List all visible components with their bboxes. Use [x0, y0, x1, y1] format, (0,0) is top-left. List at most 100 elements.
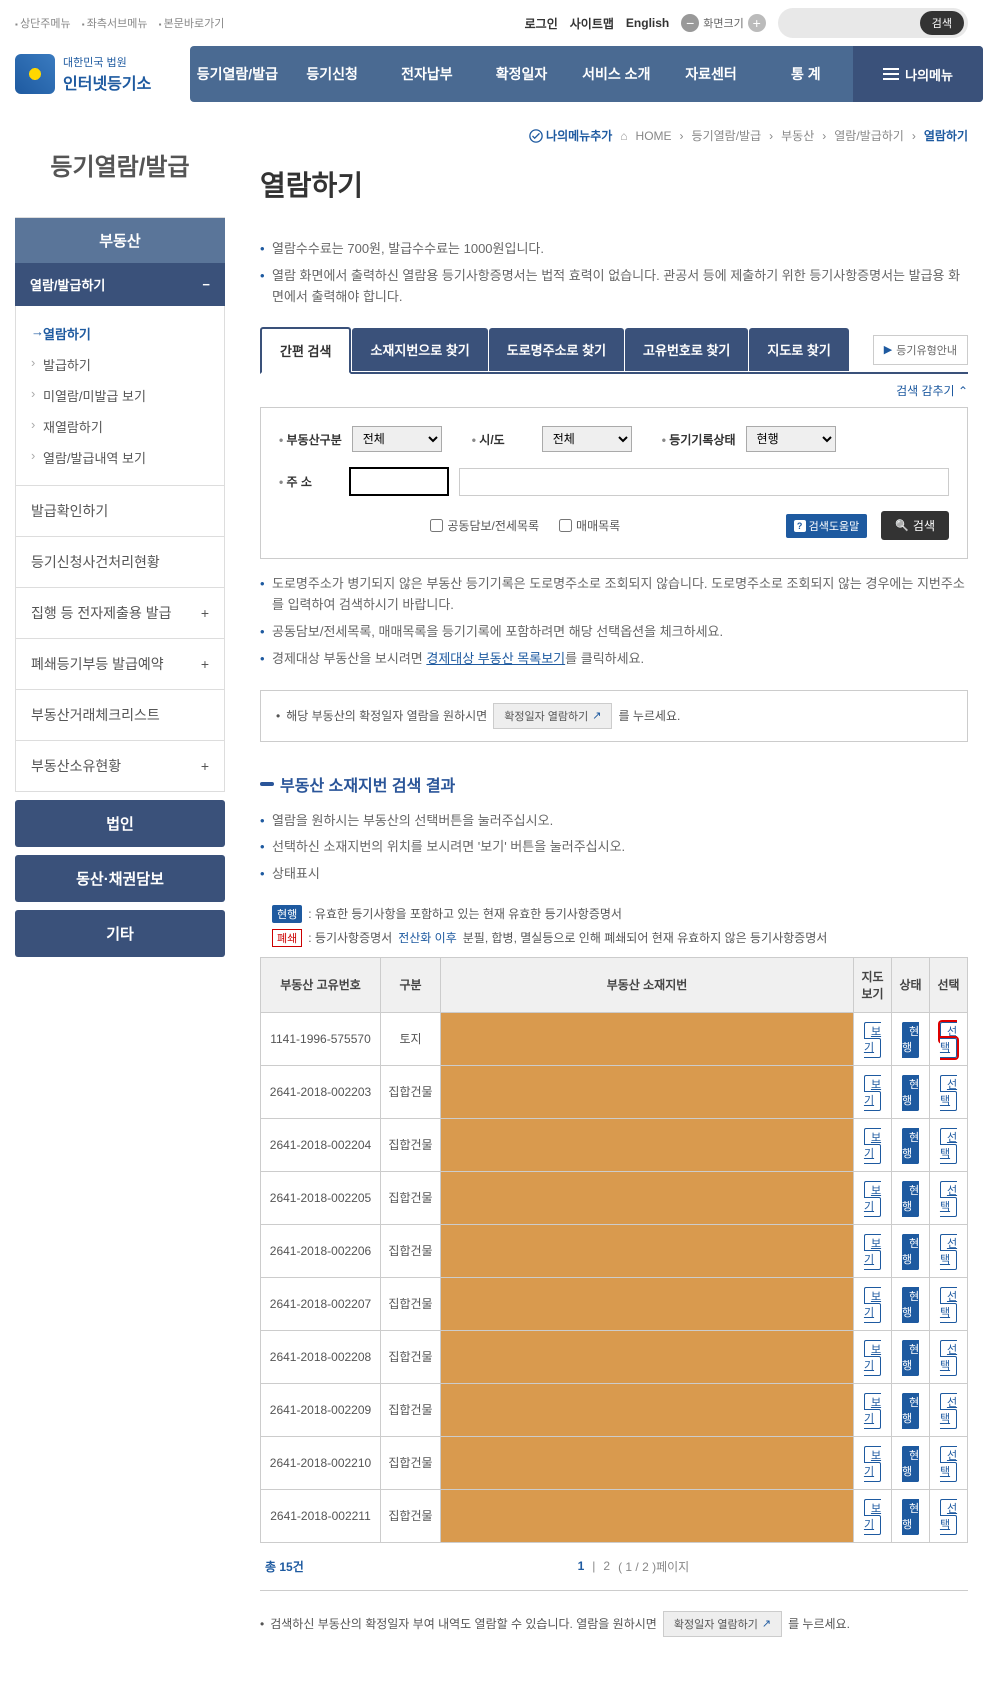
select-button[interactable]: 선택: [940, 1234, 957, 1270]
search-help[interactable]: 검색도움말: [786, 514, 868, 538]
login-link[interactable]: 로그인: [525, 15, 558, 32]
table-row: 2641-2018-002206집합건물보기현행선택: [261, 1224, 968, 1277]
map-view-button[interactable]: 보기: [864, 1075, 881, 1111]
main-nav: 등기열람/발급 등기신청 전자납부 확정일자 서비스 소개 자료센터 통 계 나…: [190, 46, 983, 102]
sidebar-ownership[interactable]: 부동산소유현황+: [15, 741, 225, 792]
sitemap-link[interactable]: 사이트맵: [570, 15, 614, 32]
sidebar-closed-reserve[interactable]: 폐쇄등기부등 발급예약+: [15, 639, 225, 690]
nav-item[interactable]: 서비스 소개: [569, 46, 664, 102]
sidebar-btn-corp[interactable]: 법인: [15, 800, 225, 847]
table-row: 2641-2018-002203집합건물보기현행선택: [261, 1065, 968, 1118]
sidebar-confirm[interactable]: 발급확인하기: [15, 486, 225, 537]
masked-address: [441, 1012, 854, 1065]
select-button[interactable]: 선택: [940, 1287, 957, 1323]
status-badge: 현행: [902, 1446, 919, 1482]
logo-icon: [15, 54, 55, 94]
page-2[interactable]: 2: [603, 1559, 610, 1573]
add-my-menu[interactable]: 나의메뉴추가: [529, 127, 612, 144]
select-button[interactable]: 선택: [940, 1499, 957, 1535]
page-1[interactable]: 1: [578, 1559, 585, 1573]
result-title: 부동산 소재지번 검색 결과: [260, 772, 968, 796]
target-list-link[interactable]: 경제대상 부동산 목록보기: [426, 651, 565, 666]
table-row: 2641-2018-002211집합건물보기현행선택: [261, 1489, 968, 1542]
map-view-button[interactable]: 보기: [864, 1181, 881, 1217]
status-closed-desc: 폐쇄: 등기사항증명서 전산화 이후 분필, 합병, 멸실등으로 인해 폐쇄되어…: [260, 929, 968, 947]
type-guide-button[interactable]: ▶등기유형안내: [873, 335, 968, 365]
sidebar-item-view[interactable]: 열람하기: [31, 318, 209, 349]
map-view-button[interactable]: 보기: [864, 1128, 881, 1164]
tab-simple[interactable]: 간편 검색: [260, 327, 351, 374]
status-badge: 현행: [902, 1499, 919, 1535]
map-view-button[interactable]: 보기: [864, 1393, 881, 1429]
tab-lot[interactable]: 소재지번으로 찾기: [352, 328, 487, 371]
sidebar-btn-movable[interactable]: 동산·채권담보: [15, 855, 225, 902]
chk-joint[interactable]: 공동담보/전세목록: [430, 517, 539, 534]
address-rest[interactable]: [459, 468, 949, 496]
table-row: 1141-1996-575570토지보기현행선택: [261, 1012, 968, 1065]
tab-map[interactable]: 지도로 찾기: [749, 328, 848, 371]
map-view-button[interactable]: 보기: [864, 1287, 881, 1323]
search-button[interactable]: 검색: [881, 511, 949, 540]
status-badge: 현행: [902, 1022, 919, 1058]
nav-item[interactable]: 자료센터: [664, 46, 759, 102]
chk-sale[interactable]: 매매목록: [559, 517, 620, 534]
sido-select[interactable]: 전체: [542, 426, 632, 452]
fixed-date-view-button[interactable]: 확정일자 열람하기↗: [493, 703, 612, 729]
status-badge: 현행: [902, 1181, 919, 1217]
select-button[interactable]: 선택: [940, 1446, 957, 1482]
select-button[interactable]: 선택: [940, 1075, 957, 1111]
nav-item[interactable]: 통 계: [758, 46, 853, 102]
sidebar-item-history[interactable]: 열람/발급내역 보기: [31, 442, 209, 473]
masked-address: [441, 1224, 854, 1277]
global-search-button[interactable]: 검색: [920, 11, 964, 35]
masked-address: [441, 1489, 854, 1542]
select-button[interactable]: 선택: [940, 1022, 957, 1058]
skip-side-nav[interactable]: 좌측서브메뉴: [82, 18, 148, 30]
skip-content[interactable]: 본문바로가기: [159, 18, 225, 30]
map-view-button[interactable]: 보기: [864, 1234, 881, 1270]
hide-search-toggle[interactable]: 검색 감추기 ⌃: [896, 384, 968, 398]
property-type-select[interactable]: 전체: [352, 426, 442, 452]
tab-unique[interactable]: 고유번호로 찾기: [625, 328, 748, 371]
table-row: 2641-2018-002207집합건물보기현행선택: [261, 1277, 968, 1330]
map-view-button[interactable]: 보기: [864, 1446, 881, 1482]
map-view-button[interactable]: 보기: [864, 1499, 881, 1535]
nav-item[interactable]: 확정일자: [474, 46, 569, 102]
address-input[interactable]: [349, 467, 449, 496]
status-select[interactable]: 현행: [746, 426, 836, 452]
sidebar-item-reopen[interactable]: 재열람하기: [31, 411, 209, 442]
sidebar-case-status[interactable]: 등기신청사건처리현황: [15, 537, 225, 588]
select-button[interactable]: 선택: [940, 1340, 957, 1376]
select-button[interactable]: 선택: [940, 1128, 957, 1164]
sidebar-item-issue[interactable]: 발급하기: [31, 349, 209, 380]
masked-address: [441, 1065, 854, 1118]
search-hints: 도로명주소가 병기되지 않은 부동산 등기기록은 도로명주소로 조회되지 않습니…: [260, 574, 968, 669]
sidebar-checklist[interactable]: 부동산거래체크리스트: [15, 690, 225, 741]
pagination: 총 15건 1 | 2 ( 1 / 2 )페이지: [260, 1543, 968, 1591]
english-link[interactable]: English: [626, 16, 669, 30]
global-search-input[interactable]: [790, 16, 920, 30]
select-button[interactable]: 선택: [940, 1181, 957, 1217]
zoom-out-icon[interactable]: −: [681, 14, 699, 32]
home-icon[interactable]: ⌂: [620, 129, 627, 143]
plus-icon: +: [201, 605, 209, 621]
sidebar-esubmit[interactable]: 집행 등 전자제출용 발급+: [15, 588, 225, 639]
skip-main-nav[interactable]: 상단주메뉴: [15, 18, 71, 30]
sidebar-subcategory[interactable]: 열람/발급하기 −: [15, 263, 225, 306]
nav-item[interactable]: 등기열람/발급: [190, 46, 285, 102]
select-button[interactable]: 선택: [940, 1393, 957, 1429]
sidebar-category[interactable]: 부동산: [15, 218, 225, 263]
sidebar-item-unviewed[interactable]: 미열람/미발급 보기: [31, 380, 209, 411]
sidebar-btn-other[interactable]: 기타: [15, 910, 225, 957]
site-logo[interactable]: 대한민국 법원 인터넷등기소: [0, 54, 190, 94]
status-badge: 현행: [902, 1340, 919, 1376]
nav-item[interactable]: 전자납부: [379, 46, 474, 102]
map-view-button[interactable]: 보기: [864, 1022, 881, 1058]
zoom-in-icon[interactable]: +: [748, 14, 766, 32]
my-menu-button[interactable]: 나의메뉴: [853, 46, 983, 102]
tab-road[interactable]: 도로명주소로 찾기: [489, 328, 624, 371]
map-view-button[interactable]: 보기: [864, 1340, 881, 1376]
notice-list: 열람수수료는 700원, 발급수수료는 1000원입니다. 열람 화면에서 출력…: [260, 239, 968, 307]
nav-item[interactable]: 등기신청: [285, 46, 380, 102]
fixed-date-view-button-2[interactable]: 확정일자 열람하기↗: [663, 1611, 782, 1637]
